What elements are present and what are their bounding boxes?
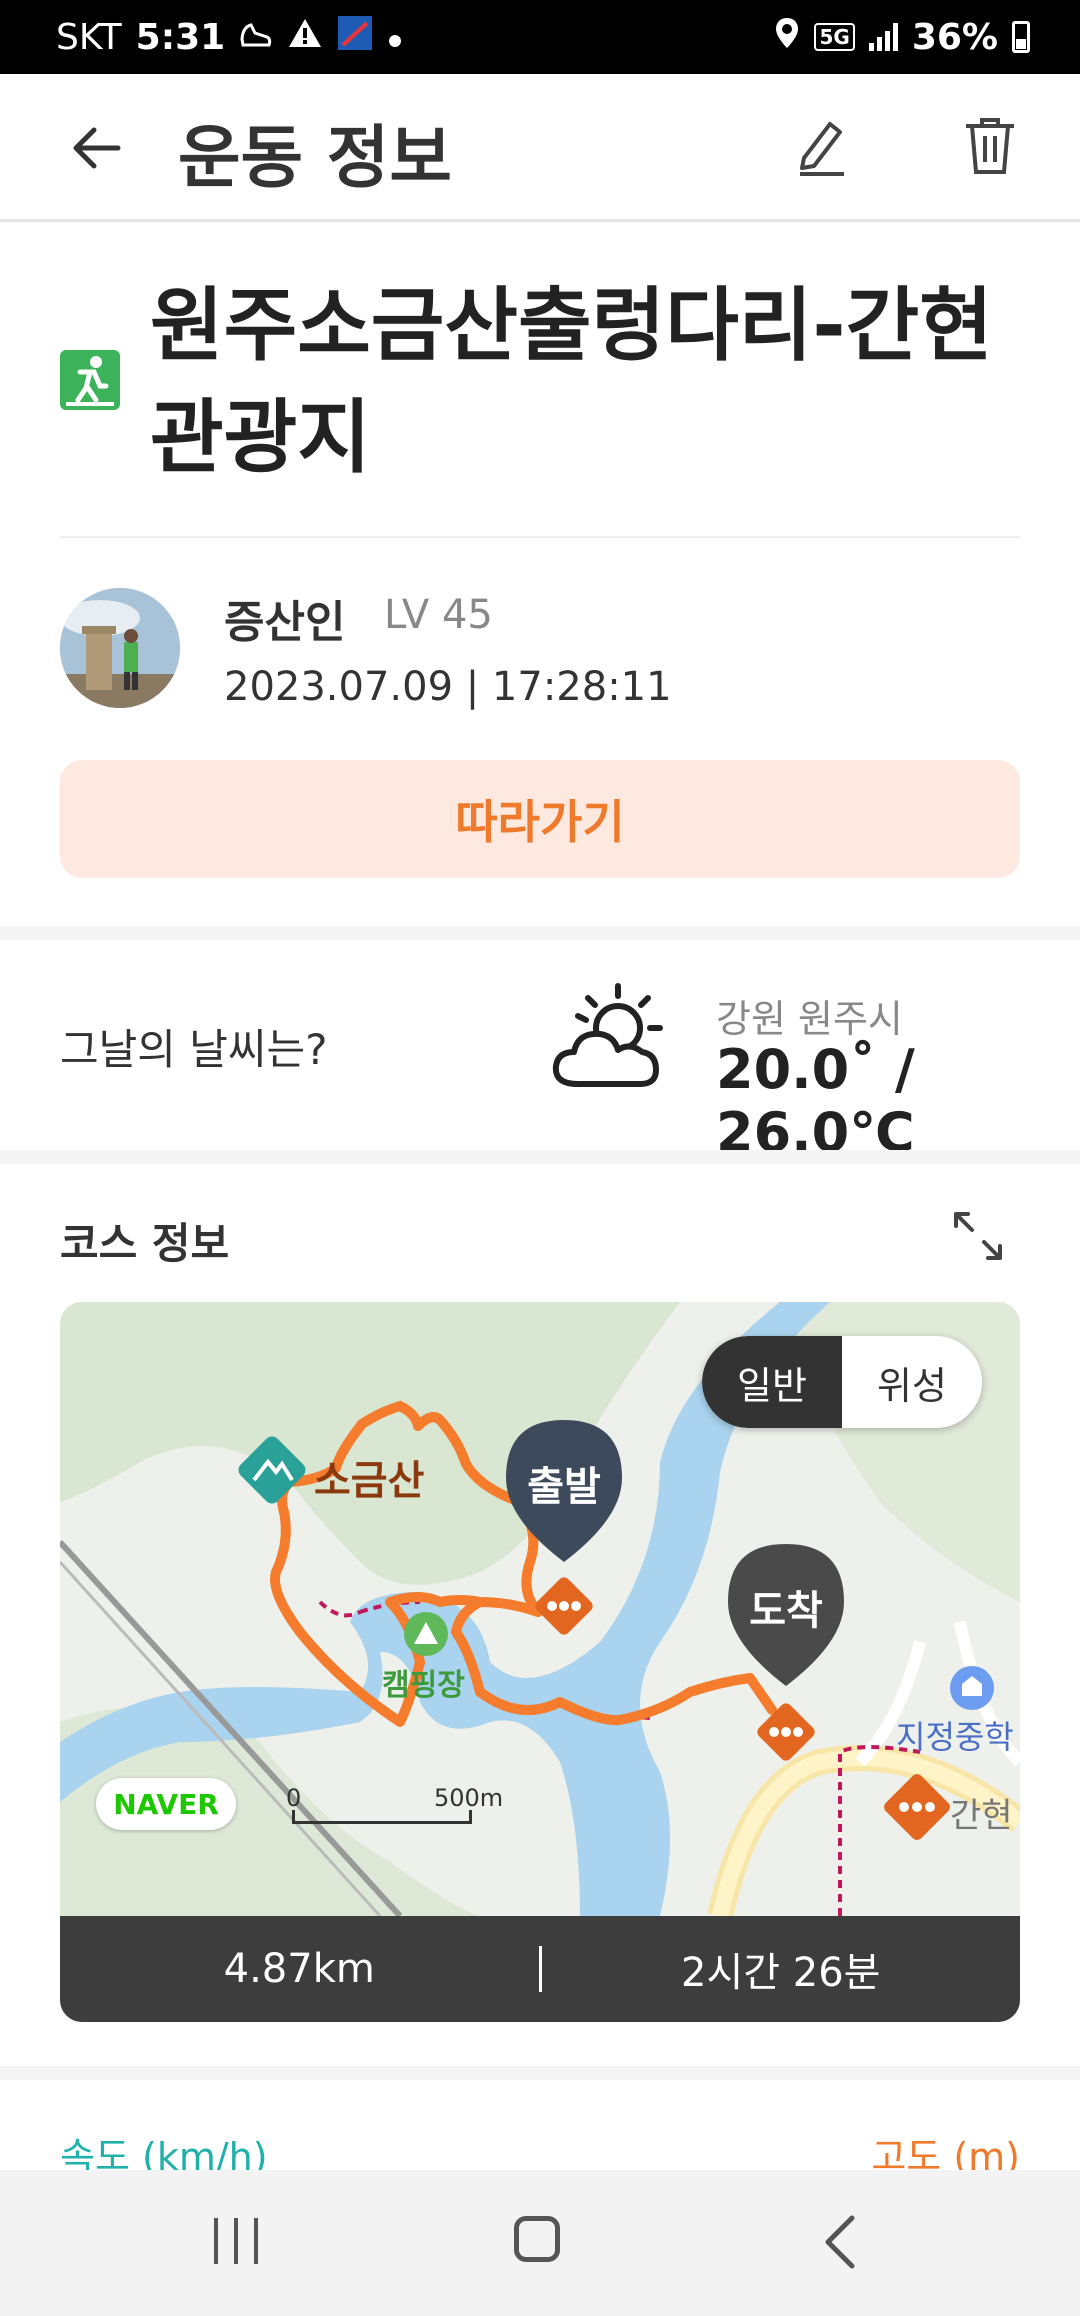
course-duration: 2시간 26분: [681, 1950, 881, 1996]
map-type-general[interactable]: 일반: [702, 1336, 842, 1428]
app-badge-icon: [337, 15, 373, 60]
map-scale-end: 500m: [434, 1784, 504, 1812]
battery-percent: 36%: [911, 16, 998, 58]
app-bar: 운동 정보: [0, 74, 1080, 222]
activity-title: 원주소금산출렁다리-간현관광지: [150, 279, 993, 484]
recents-icon[interactable]: [210, 2216, 262, 2266]
avatar[interactable]: [60, 588, 180, 708]
user-name: 증산인: [224, 597, 346, 648]
weather-question: 그날의 날씨는?: [60, 1025, 328, 1074]
divider: [60, 536, 1020, 538]
trash-icon[interactable]: [960, 114, 1020, 178]
course-section-title: 코스 정보: [60, 1219, 230, 1268]
system-back-icon[interactable]: [820, 2214, 860, 2270]
battery-icon: [1012, 21, 1030, 53]
home-icon[interactable]: [514, 2216, 560, 2262]
warning-icon: [287, 17, 323, 58]
start-pin-label[interactable]: 출발: [504, 1454, 624, 1512]
hiking-icon: [60, 350, 120, 410]
section-separator: [0, 1150, 1080, 1164]
end-pin-label[interactable]: 도착: [726, 1578, 846, 1636]
course-summary-bar: 4.87km 2시간 26분: [60, 1916, 1020, 2022]
course-distance: 4.87km: [223, 1946, 375, 1992]
section-separator: [0, 2066, 1080, 2080]
system-nav-bar: [0, 2170, 1080, 2316]
map-scale-bar: [292, 1810, 472, 1824]
map-type-toggle[interactable]: 일반 위성: [702, 1336, 982, 1428]
dot-icon: [387, 17, 403, 58]
school-label[interactable]: 지정중학: [896, 1712, 1014, 1758]
signal-icon: [868, 23, 898, 51]
mountain-label[interactable]: 소금산: [314, 1448, 424, 1506]
back-arrow-icon[interactable]: [66, 118, 126, 178]
naver-logo: NAVER: [96, 1778, 236, 1830]
page-title: 운동 정보: [178, 119, 452, 198]
location-icon: [774, 16, 800, 59]
expand-icon[interactable]: [950, 1208, 1006, 1264]
course-map[interactable]: 일반 위성 소금산 캠핑장 지정중학 간현 출발 도착 NAVER 0 500m…: [60, 1302, 1020, 2022]
pencil-icon[interactable]: [790, 114, 854, 178]
weather-location: 강원 원주시: [716, 997, 903, 1041]
activity-datetime: 2023.07.09 | 17:28:11: [224, 664, 672, 710]
partly-cloudy-icon: [548, 980, 672, 1100]
map-scale-start: 0: [286, 1784, 302, 1812]
clock: 5:31: [135, 16, 226, 58]
camping-label[interactable]: 캠핑장: [382, 1660, 465, 1704]
user-level: LV 45: [384, 592, 493, 638]
carrier-label: SKT: [56, 16, 122, 58]
section-separator: [0, 926, 1080, 940]
follow-button[interactable]: 따라가기: [60, 760, 1020, 878]
town-label[interactable]: 간현: [950, 1788, 1013, 1837]
network-type: 5G: [814, 23, 855, 51]
status-bar: SKT 5:31 5G 36%: [0, 0, 1080, 74]
map-type-satellite[interactable]: 위성: [842, 1336, 982, 1428]
weather-temperature: 20.0˚ / 26.0℃: [716, 1038, 915, 1164]
shoe-icon: [239, 17, 273, 58]
